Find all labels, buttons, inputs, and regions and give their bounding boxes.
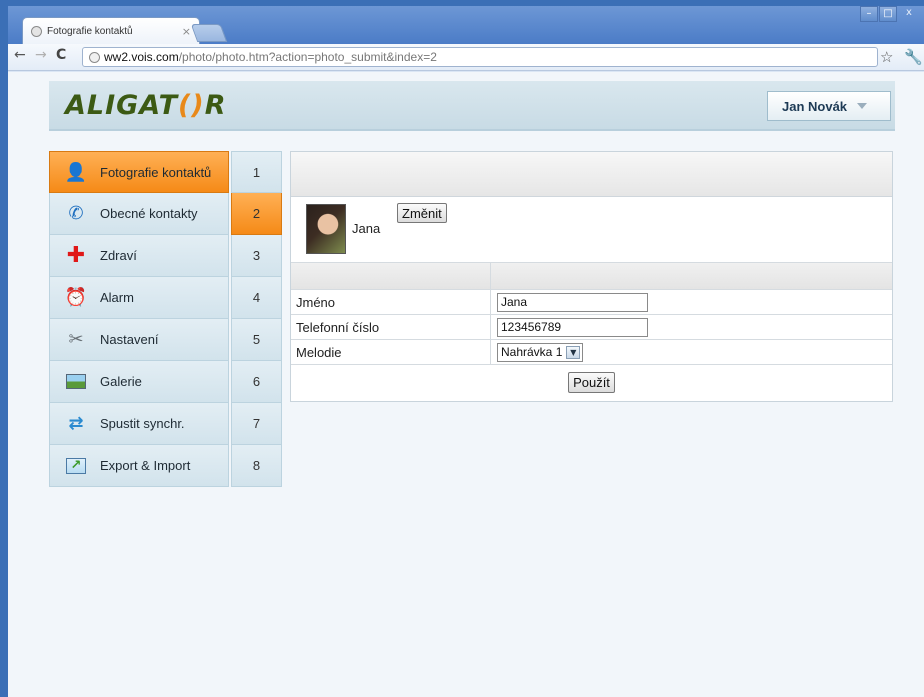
menu-item-label: Zdraví [100,248,137,263]
name-label: Jméno [291,290,491,314]
aligator-logo: ALIGAT()R [65,90,227,121]
browser-toolbar: ← → C ww2.vois.com/photo/photo.htm?actio… [8,44,924,71]
tools-icon: ✂ [68,329,84,350]
bookmark-star-icon[interactable]: ☆ [880,48,893,66]
title-bar: Fotografie kontaktů × – □ x [8,6,924,44]
menu-item-zdravi[interactable]: ✚ Zdraví [49,235,229,277]
browser-tab[interactable]: Fotografie kontaktů × [22,17,200,44]
index-item-5[interactable]: 5 [231,319,282,361]
chevron-down-icon [857,103,868,109]
menu-item-nastaveni[interactable]: ✂ Nastavení [49,319,229,361]
form-row-melody: Melodie Nahrávka 1 ▼ [291,340,892,365]
menu-item-label: Alarm [100,290,134,305]
menu-item-label: Fotografie kontaktů [100,164,212,180]
contact-index-list: 1 2 3 4 5 6 7 8 [231,151,282,487]
index-item-1[interactable]: 1 [231,151,282,193]
change-photo-button[interactable]: Změnit [397,203,447,223]
contact-panel: Jana Změnit Jméno Jana Telefonní číslo 1… [290,151,893,402]
menu-item-label: Spustit synchr. [100,416,185,431]
panel-header [291,152,892,197]
side-menu: 👤 Fotografie kontaktů ✆ Obecné kontakty … [49,151,229,487]
address-bar[interactable]: ww2.vois.com/photo/photo.htm?action=phot… [82,47,878,67]
menu-item-spustit-synchr[interactable]: ⇄ Spustit synchr. [49,403,229,445]
index-item-6[interactable]: 6 [231,361,282,403]
tab-title: Fotografie kontaktů [47,25,133,37]
index-item-8[interactable]: 8 [231,445,282,487]
form-row-name: Jméno Jana [291,290,892,315]
tab-close-icon[interactable]: × [182,25,191,38]
index-item-4[interactable]: 4 [231,277,282,319]
apply-row: Použít [291,365,892,400]
window-controls: – □ x [859,6,920,22]
forward-arrow-icon[interactable]: → [35,47,47,63]
back-arrow-icon[interactable]: ← [14,47,26,63]
menu-item-fotografie-kontaktu[interactable]: 👤 Fotografie kontaktů [49,151,229,193]
index-item-2[interactable]: 2 [231,193,282,235]
menu-item-label: Galerie [100,374,142,389]
red-cross-icon: ✚ [66,243,86,268]
browser-window: Fotografie kontaktů × – □ x ← → C ww2.vo… [8,6,924,697]
gallery-icon [64,370,88,394]
index-item-7[interactable]: 7 [231,403,282,445]
form-row-phone: Telefonní číslo 123456789 [291,315,892,340]
person-icon: 👤 [64,161,88,183]
name-input[interactable]: Jana [497,292,648,312]
menu-item-galerie[interactable]: Galerie [49,361,229,403]
maximize-button[interactable]: □ [879,6,897,22]
photo-contact-name: Jana [352,221,381,236]
minimize-button[interactable]: – [860,6,878,22]
app-header: ALIGAT()R Jan Novák [49,81,895,131]
sync-icon: ⇄ [68,413,84,434]
menu-item-alarm[interactable]: ⏰ Alarm [49,277,229,319]
menu-item-export-import[interactable]: ↗ Export & Import [49,445,229,487]
menu-item-obecne-kontakty[interactable]: ✆ Obecné kontakty [49,193,229,235]
phone-input[interactable]: 123456789 [497,317,648,337]
reload-icon[interactable]: C [56,47,66,63]
close-window-button[interactable]: x [898,6,920,22]
page-globe-icon [89,51,100,63]
melody-selected-value: Nahrávka 1 [501,345,563,359]
apply-button[interactable]: Použít [568,372,615,393]
alarm-clock-icon: ⏰ [64,287,88,308]
url-path: /photo/photo.htm?action=photo_submit&ind… [178,50,437,64]
header-cell-label [291,263,491,289]
menu-item-label: Nastavení [100,332,159,347]
phone-icon: ✆ [68,203,84,224]
globe-icon [31,25,42,37]
user-menu-button[interactable]: Jan Novák [767,91,891,121]
photo-row: Jana Změnit [291,197,892,263]
melody-label: Melodie [291,340,491,364]
chevron-down-icon[interactable]: ▼ [566,345,581,359]
menu-item-label: Obecné kontakty [100,206,198,221]
user-name: Jan Novák [782,98,848,114]
logo-o-symbol: () [178,90,205,121]
logo-text-start: ALIGAT [65,90,179,121]
menu-item-label: Export & Import [100,458,191,473]
logo-text-end: R [204,90,227,121]
wrench-icon[interactable]: 🔧 [904,48,923,66]
contact-photo [306,204,346,254]
form-table-header [291,263,892,290]
url-host: ww2.vois.com [104,50,179,64]
page-content: ALIGAT()R Jan Novák 👤 Fotografie kontakt… [8,72,924,697]
new-tab-button[interactable] [190,24,228,42]
export-icon: ↗ [64,454,88,478]
melody-select[interactable]: Nahrávka 1 ▼ [497,342,584,362]
index-item-3[interactable]: 3 [231,235,282,277]
phone-label: Telefonní číslo [291,315,491,339]
